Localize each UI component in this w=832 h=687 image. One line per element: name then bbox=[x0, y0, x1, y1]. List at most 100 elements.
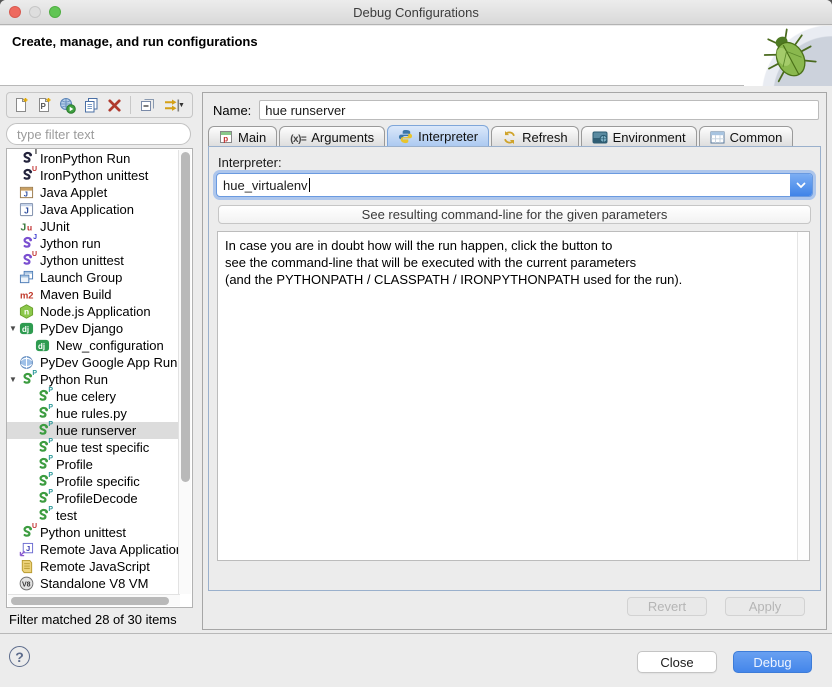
tree-vertical-scrollbar-thumb[interactable] bbox=[181, 152, 190, 482]
apply-button[interactable]: Apply bbox=[725, 597, 805, 616]
revert-button-label: Revert bbox=[648, 599, 686, 614]
tree-item-ironpython-unittest[interactable]: UIronPython unittest bbox=[7, 167, 179, 184]
tree-item-node-js-application[interactable]: nNode.js Application bbox=[7, 303, 179, 320]
svg-text:J: J bbox=[26, 544, 30, 553]
help-button[interactable]: ? bbox=[9, 646, 30, 667]
tree-item-hue-runserver[interactable]: Phue runserver bbox=[7, 422, 179, 439]
tree-item-hue-test-specific[interactable]: Phue test specific bbox=[7, 439, 179, 456]
tree-item-hue-rules-py[interactable]: Phue rules.py bbox=[7, 405, 179, 422]
tree-item-profile[interactable]: PProfile bbox=[7, 456, 179, 473]
revert-button[interactable]: Revert bbox=[627, 597, 707, 616]
v8-vm-icon: V8 bbox=[19, 576, 36, 592]
filter-placeholder: type filter text bbox=[17, 127, 94, 142]
configuration-tree[interactable]: IIronPython RunUIronPython unittestJJava… bbox=[6, 148, 193, 608]
tree-item-python-unittest[interactable]: UPython unittest bbox=[7, 524, 179, 541]
tree-item-new-configuration[interactable]: dj New_configuration bbox=[7, 337, 179, 354]
dropdown-arrow-icon[interactable]: ▼ bbox=[178, 102, 185, 109]
duplicate-launch-configuration-button[interactable] bbox=[81, 95, 100, 115]
svg-text:m2: m2 bbox=[20, 290, 34, 300]
python-run-icon: P bbox=[35, 508, 52, 524]
collapse-all-button[interactable] bbox=[137, 95, 156, 115]
tree-item-java-applet[interactable]: JJava Applet bbox=[7, 184, 179, 201]
interpreter-combo-text: hue_virtualenv bbox=[223, 178, 308, 193]
tree-item-label: Profile specific bbox=[56, 474, 140, 489]
tab-environment[interactable]: Environment bbox=[581, 126, 697, 147]
tab-common[interactable]: Common bbox=[699, 126, 794, 147]
tree-item-ironpython-run[interactable]: I IronPython Run bbox=[7, 150, 179, 167]
tree-item-label: IronPython Run bbox=[40, 151, 130, 166]
tree-horizontal-scrollbar-thumb[interactable] bbox=[11, 597, 169, 605]
interpreter-combo-dropdown-button[interactable] bbox=[790, 174, 812, 196]
new-launch-prototype-button[interactable]: P bbox=[34, 95, 53, 115]
launch-group-icon bbox=[19, 270, 36, 286]
window-controls bbox=[9, 6, 61, 18]
tree-item-standalone-v8-vm[interactable]: V8Standalone V8 VM bbox=[7, 575, 179, 592]
tree-item-maven-build[interactable]: m2 Maven Build bbox=[7, 286, 179, 303]
expander-icon[interactable]: ▼ bbox=[7, 375, 19, 384]
command-line-info-area[interactable]: In case you are in doubt how will the ru… bbox=[217, 231, 810, 561]
filter-launch-configurations-button[interactable]: ▼ bbox=[161, 95, 188, 115]
interpreter-combo[interactable]: hue_virtualenv bbox=[216, 173, 813, 197]
see-command-line-button[interactable]: See resulting command-line for the given… bbox=[218, 205, 811, 224]
tree-item-junit[interactable]: JuJUnit bbox=[7, 218, 179, 235]
export-config-icon-icon bbox=[59, 97, 76, 114]
export-launch-configuration-button[interactable] bbox=[58, 95, 77, 115]
filter-input[interactable]: type filter text bbox=[6, 123, 191, 145]
close-window-button[interactable] bbox=[9, 6, 21, 18]
tree-item-remote-java-application[interactable]: JRemote Java Application bbox=[7, 541, 179, 558]
tree-item-profile-specific[interactable]: PProfile specific bbox=[7, 473, 179, 490]
name-input[interactable]: hue runserver bbox=[259, 100, 819, 120]
tree-item-test[interactable]: Ptest bbox=[7, 507, 179, 524]
tree-vertical-scrollbar[interactable] bbox=[178, 150, 191, 594]
tree-item-profiledecode[interactable]: PProfileDecode bbox=[7, 490, 179, 507]
tree-item-label: Launch Group bbox=[40, 270, 122, 285]
remote-java-application-icon: J bbox=[19, 542, 36, 558]
nodejs-application-icon: n bbox=[19, 304, 36, 320]
debug-button[interactable]: Debug bbox=[733, 651, 812, 673]
tab-arguments[interactable]: (x)=Arguments bbox=[279, 126, 385, 147]
tab-label: Common bbox=[730, 130, 783, 145]
new-prototype-icon-icon: P bbox=[36, 97, 52, 113]
tree-item-remote-javascript[interactable]: Remote JavaScript bbox=[7, 558, 179, 575]
minimize-window-button bbox=[29, 6, 41, 18]
tree-item-pydev-django[interactable]: ▼djPyDev Django bbox=[7, 320, 179, 337]
tab-label: Arguments bbox=[311, 130, 374, 145]
tree-item-label: hue celery bbox=[56, 389, 116, 404]
chevron-down-icon bbox=[796, 182, 806, 189]
help-icon: ? bbox=[15, 649, 24, 665]
python-run-icon: P bbox=[35, 457, 52, 473]
tree-item-label: JUnit bbox=[40, 219, 70, 234]
tree-item-python-run[interactable]: ▼PPython Run bbox=[7, 371, 179, 388]
configuration-tree-items: IIronPython RunUIronPython unittestJJava… bbox=[7, 150, 179, 592]
interpreter-combo-value[interactable]: hue_virtualenv bbox=[217, 174, 790, 196]
tree-item-label: hue test specific bbox=[56, 440, 149, 455]
expander-icon[interactable]: ▼ bbox=[7, 324, 19, 333]
title-bar[interactable]: Debug Configurations bbox=[0, 0, 832, 25]
pydev-django-config-icon: dj bbox=[35, 338, 52, 354]
tree-horizontal-scrollbar[interactable] bbox=[8, 594, 180, 606]
tree-item-label: Python Run bbox=[40, 372, 108, 387]
close-button[interactable]: Close bbox=[637, 651, 717, 673]
tree-item-label: IronPython unittest bbox=[40, 168, 148, 183]
tree-item-java-application[interactable]: JJava Application bbox=[7, 201, 179, 218]
apply-button-label: Apply bbox=[749, 599, 782, 614]
tree-item-hue-celery[interactable]: Phue celery bbox=[7, 388, 179, 405]
tab-interpreter[interactable]: Interpreter bbox=[387, 125, 489, 147]
tab-refresh[interactable]: Refresh bbox=[491, 126, 579, 147]
tree-item-label: New_configuration bbox=[56, 338, 164, 353]
tree-item-label: PyDev Django bbox=[40, 321, 123, 336]
tab-main[interactable]: pMain bbox=[208, 126, 277, 147]
tree-item-pydev-google-app-run[interactable]: PyDev Google App Run bbox=[7, 354, 179, 371]
ironpython-run-icon: I bbox=[19, 151, 36, 167]
info-area-scrollbar[interactable] bbox=[797, 232, 809, 560]
environment-icon-icon bbox=[592, 131, 608, 144]
command-line-info-text: In case you are in doubt how will the ru… bbox=[225, 237, 789, 288]
tree-item-label: Maven Build bbox=[40, 287, 112, 302]
delete-launch-configuration-button[interactable] bbox=[105, 95, 124, 115]
tab-label: Environment bbox=[613, 130, 686, 145]
zoom-window-button[interactable] bbox=[49, 6, 61, 18]
tree-item-launch-group[interactable]: Launch Group bbox=[7, 269, 179, 286]
tree-item-jython-unittest[interactable]: UJython unittest bbox=[7, 252, 179, 269]
tree-item-jython-run[interactable]: JJython run bbox=[7, 235, 179, 252]
new-launch-configuration-button[interactable] bbox=[11, 95, 30, 115]
